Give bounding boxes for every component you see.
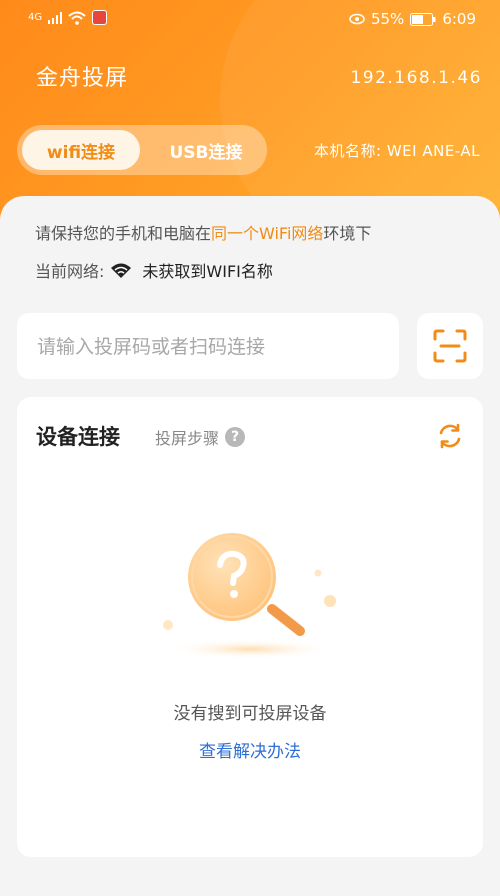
tip-highlight: 同一个WiFi网络: [211, 224, 324, 243]
battery-icon: [410, 12, 436, 26]
signal-icon: [48, 11, 63, 24]
screen-code-input[interactable]: [17, 313, 379, 381]
scan-button[interactable]: [417, 313, 483, 379]
tab-usb[interactable]: USB连接: [147, 130, 265, 170]
connection-tabs: wifi连接 USB连接: [17, 125, 267, 175]
screen-code-search: [17, 313, 399, 381]
signal-indicator: 4G: [28, 12, 43, 23]
refresh-icon[interactable]: [435, 421, 465, 451]
battery-percent: 55%: [370, 10, 405, 28]
clock: 6:09: [442, 10, 476, 28]
wifi-icon: [111, 263, 132, 278]
cast-status-icon: [92, 10, 108, 25]
device-name: 本机名称: WEI ANE-AL: [314, 142, 480, 160]
status-bar: 4G 55% 6:09: [0, 0, 500, 40]
view-solution-link[interactable]: 查看解决办法: [17, 737, 483, 762]
tip-prefix: 请保持您的手机和电脑在: [35, 224, 212, 243]
app-title: 金舟投屏: [36, 66, 129, 91]
tip-suffix: 环境下: [323, 224, 372, 243]
device-panel: 设备连接 投屏步骤 ? 没有搜到可投屏设备 查看解决办法: [17, 397, 483, 857]
empty-state-text: 没有搜到可投屏设备: [173, 704, 327, 724]
network-tip: 请保持您的手机和电脑在同一个WiFi网络环境下: [35, 220, 371, 244]
network-label: 当前网络:: [35, 262, 105, 281]
help-icon: ?: [225, 427, 246, 447]
device-panel-title: 设备连接: [36, 425, 120, 449]
cast-steps-label: 投屏步骤: [155, 429, 220, 448]
current-network: 当前网络: 未获取到WIFI名称: [35, 258, 273, 282]
tab-wifi[interactable]: wifi连接: [22, 130, 140, 170]
cast-steps[interactable]: 投屏步骤 ?: [155, 425, 246, 449]
scan-icon: [433, 329, 467, 363]
wifi-status-icon: [68, 11, 86, 25]
eye-icon: [349, 13, 365, 25]
ip-address: 192.168.1.46: [350, 68, 482, 88]
network-value: 未获取到WIFI名称: [142, 262, 273, 281]
magnifier-question-icon: [163, 533, 336, 659]
